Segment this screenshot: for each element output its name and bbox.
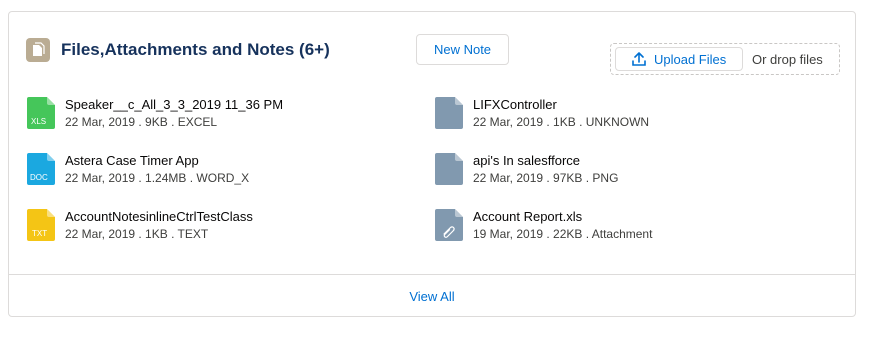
file-meta: 22 Mar, 2019 . 9KB . EXCEL bbox=[65, 115, 218, 129]
file-name[interactable]: LIFXController bbox=[473, 97, 557, 112]
file-name[interactable]: Astera Case Timer App bbox=[65, 153, 199, 168]
excel-file-icon: XLS bbox=[27, 97, 55, 129]
file-item[interactable]: TXT AccountNotesinlineCtrlTestClass 22 M… bbox=[27, 209, 417, 243]
file-drop-zone[interactable]: Upload Files Or drop files bbox=[610, 43, 840, 75]
files-icon bbox=[26, 38, 50, 62]
file-name[interactable]: AccountNotesinlineCtrlTestClass bbox=[65, 209, 253, 224]
footer-divider bbox=[9, 274, 855, 275]
upload-files-button[interactable]: Upload Files bbox=[615, 47, 743, 71]
file-item[interactable]: XLS Speaker__c_All_3_3_2019 11_36 PM 22 … bbox=[27, 97, 417, 131]
svg-text:XLS: XLS bbox=[31, 117, 46, 126]
file-meta: 22 Mar, 2019 . 1KB . TEXT bbox=[65, 227, 209, 241]
svg-text:TXT: TXT bbox=[32, 229, 47, 238]
file-meta: 22 Mar, 2019 . 1KB . UNKNOWN bbox=[473, 115, 650, 129]
file-name[interactable]: Speaker__c_All_3_3_2019 11_36 PM bbox=[65, 97, 283, 112]
file-item[interactable]: Account Report.xls 19 Mar, 2019 . 22KB .… bbox=[435, 209, 825, 243]
file-meta: 22 Mar, 2019 . 1.24MB . WORD_X bbox=[65, 171, 250, 185]
unknown-file-icon bbox=[435, 97, 463, 129]
file-item[interactable]: api's In salesfforce 22 Mar, 2019 . 97KB… bbox=[435, 153, 825, 187]
upload-icon bbox=[632, 52, 646, 66]
drop-files-text: Or drop files bbox=[752, 52, 823, 67]
svg-text:DOC: DOC bbox=[30, 173, 48, 182]
files-card: Files,Attachments and Notes (6+) New Not… bbox=[8, 11, 856, 317]
file-item[interactable]: DOC Astera Case Timer App 22 Mar, 2019 .… bbox=[27, 153, 417, 187]
file-name[interactable]: api's In salesfforce bbox=[473, 153, 580, 168]
word-file-icon: DOC bbox=[27, 153, 55, 185]
text-file-icon: TXT bbox=[27, 209, 55, 241]
image-file-icon bbox=[435, 153, 463, 185]
new-note-label: New Note bbox=[433, 42, 492, 57]
new-note-button[interactable]: New Note bbox=[416, 34, 509, 65]
file-name[interactable]: Account Report.xls bbox=[473, 209, 582, 224]
view-all-link[interactable]: View All bbox=[9, 289, 855, 304]
upload-files-label: Upload Files bbox=[654, 51, 727, 67]
file-item[interactable]: LIFXController 22 Mar, 2019 . 1KB . UNKN… bbox=[435, 97, 825, 131]
attachment-file-icon bbox=[435, 209, 463, 241]
card-title: Files,Attachments and Notes (6+) bbox=[61, 40, 330, 59]
file-meta: 19 Mar, 2019 . 22KB . Attachment bbox=[473, 227, 653, 241]
file-meta: 22 Mar, 2019 . 97KB . PNG bbox=[473, 171, 619, 185]
